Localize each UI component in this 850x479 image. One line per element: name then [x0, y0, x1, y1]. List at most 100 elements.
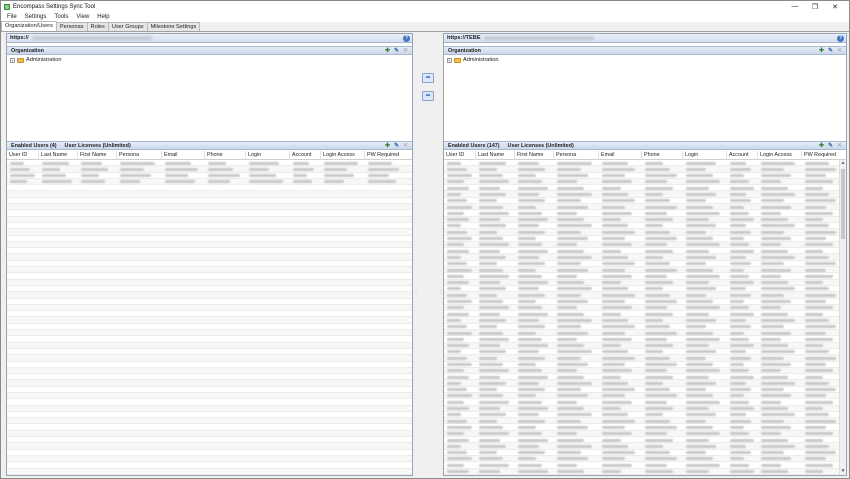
redacted-cell: [602, 337, 632, 341]
menu-file[interactable]: File: [7, 14, 17, 20]
redacted-cell: [479, 394, 503, 398]
scroll-thumb[interactable]: [841, 169, 845, 239]
redacted-cell: [761, 337, 781, 341]
column-header-first-name[interactable]: First Name: [515, 151, 554, 160]
help-icon[interactable]: ?: [403, 35, 410, 42]
expand-icon[interactable]: +: [447, 57, 452, 63]
redacted-cell: [368, 161, 393, 165]
copy-left-button[interactable]: ⬅: [422, 91, 434, 101]
redacted-cell: [120, 161, 155, 165]
column-header-login-access[interactable]: Login Access: [321, 151, 365, 160]
tab-roles[interactable]: Roles: [86, 22, 109, 31]
expand-icon[interactable]: +: [10, 57, 15, 63]
add-icon[interactable]: ✚: [818, 143, 825, 150]
help-icon[interactable]: ?: [837, 35, 844, 42]
column-header-last-name[interactable]: Last Name: [39, 151, 78, 160]
close-button[interactable]: ✕: [825, 3, 845, 11]
menu-view[interactable]: View: [76, 14, 89, 20]
redacted-cell: [479, 186, 500, 190]
redacted-cell: [602, 243, 632, 247]
column-header-login[interactable]: Login: [683, 151, 727, 160]
redacted-cell: [686, 413, 717, 417]
right-grid-scrollbar[interactable]: ▲ ▼: [839, 160, 846, 475]
left-splitter-handle[interactable]: ⋮: [414, 289, 418, 297]
redacted-cell: [479, 400, 510, 404]
redacted-cell: [447, 425, 472, 429]
add-icon[interactable]: ✚: [384, 143, 391, 150]
tab-personas[interactable]: Personas: [55, 22, 88, 31]
column-header-email[interactable]: Email: [162, 151, 205, 160]
redacted-cell: [686, 381, 717, 385]
redacted-cell: [518, 211, 542, 215]
column-header-last-name[interactable]: Last Name: [476, 151, 515, 160]
redacted-cell: [602, 350, 629, 354]
column-header-login[interactable]: Login: [246, 151, 290, 160]
redacted-cell: [730, 167, 752, 171]
add-icon[interactable]: ✚: [818, 48, 825, 55]
column-header-account[interactable]: Account: [727, 151, 758, 160]
redacted-cell: [518, 293, 545, 297]
delete-icon[interactable]: ✕: [836, 48, 843, 55]
redacted-cell: [761, 281, 788, 285]
column-header-user-id[interactable]: User ID: [7, 151, 39, 160]
menu-help[interactable]: Help: [97, 14, 109, 20]
column-header-pw-required[interactable]: PW Required: [802, 151, 846, 160]
edit-icon[interactable]: ✎: [393, 48, 400, 55]
right-tree-item-administration[interactable]: + Administration: [447, 57, 498, 63]
redacted-cell: [730, 281, 754, 285]
redacted-cell: [730, 407, 754, 411]
add-icon[interactable]: ✚: [384, 48, 391, 55]
redacted-cell: [602, 268, 625, 272]
redacted-cell: [805, 394, 827, 398]
column-header-persona[interactable]: Persona: [117, 151, 162, 160]
column-header-phone[interactable]: Phone: [205, 151, 246, 160]
redacted-cell: [602, 262, 636, 266]
redacted-cell: [805, 350, 830, 354]
delete-icon[interactable]: ✕: [402, 143, 409, 150]
redacted-cell: [602, 394, 625, 398]
right-environment-pane: https://TEBE ? Organization ✚ ✎ ✕ + Admi…: [443, 33, 847, 476]
tab-organization-users[interactable]: Organization/Users: [1, 21, 57, 31]
redacted-cell: [447, 268, 472, 272]
column-header-email[interactable]: Email: [599, 151, 642, 160]
redacted-cell: [761, 274, 781, 278]
edit-icon[interactable]: ✎: [393, 143, 400, 150]
redacted-cell: [208, 180, 230, 184]
right-splitter-handle[interactable]: ⋮: [439, 289, 443, 297]
redacted-cell: [805, 237, 827, 241]
redacted-cell: [518, 306, 542, 310]
right-licenses-label: User Licenses (Unlimited): [507, 142, 574, 149]
column-header-login-access[interactable]: Login Access: [758, 151, 802, 160]
redacted-cell: [645, 388, 670, 392]
redacted-cell: [730, 318, 747, 322]
minimize-button[interactable]: —: [785, 3, 805, 10]
redacted-cell: [447, 356, 467, 360]
redacted-cell: [557, 369, 578, 373]
column-header-first-name[interactable]: First Name: [78, 151, 117, 160]
menu-tools[interactable]: Tools: [54, 14, 68, 20]
maximize-button[interactable]: ❐: [805, 3, 825, 11]
column-header-persona[interactable]: Persona: [554, 151, 599, 160]
column-header-user-id[interactable]: User ID: [444, 151, 476, 160]
scroll-down-icon[interactable]: ▼: [840, 468, 846, 475]
left-tree-item-administration[interactable]: + Administration: [10, 57, 61, 63]
scroll-up-icon[interactable]: ▲: [840, 160, 846, 167]
left-url-bar: https:// ?: [7, 34, 412, 43]
column-header-phone[interactable]: Phone: [642, 151, 683, 160]
redacted-cell: [805, 199, 836, 203]
redacted-cell: [447, 407, 470, 411]
column-header-account[interactable]: Account: [290, 151, 321, 160]
tab-milestone-settings[interactable]: Milestone Settings: [146, 22, 201, 31]
tab-user-groups[interactable]: User Groups: [107, 22, 148, 31]
delete-icon[interactable]: ✕: [836, 143, 843, 150]
edit-icon[interactable]: ✎: [827, 143, 834, 150]
redacted-cell: [761, 174, 792, 178]
redacted-cell: [805, 363, 827, 366]
redacted-cell: [518, 199, 545, 203]
delete-icon[interactable]: ✕: [402, 48, 409, 55]
edit-icon[interactable]: ✎: [827, 48, 834, 55]
column-header-pw-required[interactable]: PW Required: [365, 151, 412, 160]
copy-right-button[interactable]: ➡: [422, 73, 434, 83]
menu-settings[interactable]: Settings: [25, 14, 47, 20]
redacted-cell: [730, 186, 754, 190]
